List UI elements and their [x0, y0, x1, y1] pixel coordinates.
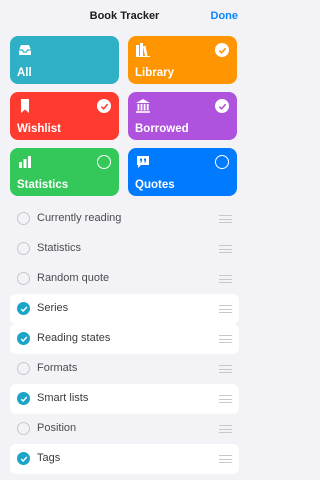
list-item-smart-lists[interactable]: Smart lists [10, 384, 239, 414]
tile-label: Library [135, 67, 174, 79]
checkmark-circle-icon[interactable] [17, 392, 30, 405]
unchecked-circle-icon[interactable] [17, 212, 30, 225]
list-item-label: Smart lists [37, 392, 89, 404]
list-item-formats[interactable]: Formats [10, 354, 239, 384]
list-item-label: Tags [37, 452, 61, 464]
list-item-tags[interactable]: Tags [10, 444, 239, 474]
unchecked-circle-icon[interactable] [17, 272, 30, 285]
tile-statistics[interactable]: Statistics [10, 148, 119, 196]
tile-quotes[interactable]: Quotes [128, 148, 237, 196]
unselected-circle-icon[interactable] [215, 155, 229, 169]
list-item-position[interactable]: Position [10, 414, 239, 444]
unchecked-circle-icon[interactable] [17, 242, 30, 255]
checkmark-circle-icon[interactable] [17, 452, 30, 465]
drag-handle-icon[interactable] [219, 425, 232, 433]
drag-handle-icon[interactable] [219, 395, 232, 403]
list-item-label: Reading states [37, 332, 111, 344]
drag-handle-icon[interactable] [219, 305, 232, 313]
bar-chart-icon [17, 154, 33, 170]
drag-handle-icon[interactable] [219, 335, 232, 343]
tile-all[interactable]: All [10, 36, 119, 84]
list-item-label: Random quote [37, 272, 110, 284]
navigation-bar: Book Tracker Done [0, 0, 249, 34]
tile-library[interactable]: Library [128, 36, 237, 84]
selected-check-icon[interactable] [97, 99, 111, 113]
drag-handle-icon[interactable] [219, 365, 232, 373]
list-item-label: Currently reading [37, 212, 122, 224]
selected-check-icon[interactable] [215, 43, 229, 57]
unselected-circle-icon[interactable] [97, 155, 111, 169]
tile-borrowed[interactable]: Borrowed [128, 92, 237, 140]
list-item-reading-states[interactable]: Reading states [10, 324, 239, 354]
checkmark-circle-icon[interactable] [17, 332, 30, 345]
tile-label: Wishlist [17, 123, 61, 135]
drag-handle-icon[interactable] [219, 275, 232, 283]
list-item-label: Series [37, 302, 69, 314]
drag-handle-icon[interactable] [219, 215, 232, 223]
list-item-label: Statistics [37, 242, 82, 254]
list-item-series[interactable]: Series [10, 294, 239, 324]
list-item-random-quote[interactable]: Random quote [10, 264, 239, 294]
list-item-label: Position [37, 422, 77, 434]
drag-handle-icon[interactable] [219, 245, 232, 253]
tile-label: Borrowed [135, 123, 189, 135]
tile-label: Quotes [135, 179, 175, 191]
bookmark-icon [17, 98, 33, 114]
building-columns-icon [135, 98, 151, 114]
books-icon [135, 42, 151, 58]
unchecked-circle-icon[interactable] [17, 422, 30, 435]
list-item-label: Formats [37, 362, 78, 374]
unchecked-circle-icon[interactable] [17, 362, 30, 375]
section-list: Currently reading Statistics Random quot… [10, 204, 239, 474]
drag-handle-icon[interactable] [219, 455, 232, 463]
done-button[interactable]: Done [211, 10, 239, 22]
quote-bubble-icon [135, 154, 151, 170]
checkmark-circle-icon[interactable] [17, 302, 30, 315]
list-item-currently-reading[interactable]: Currently reading [10, 204, 239, 234]
tile-label: All [17, 67, 32, 79]
tray-icon [17, 42, 33, 58]
selected-check-icon[interactable] [215, 99, 229, 113]
tile-wishlist[interactable]: Wishlist [10, 92, 119, 140]
list-item-statistics[interactable]: Statistics [10, 234, 239, 264]
tile-label: Statistics [17, 179, 69, 191]
